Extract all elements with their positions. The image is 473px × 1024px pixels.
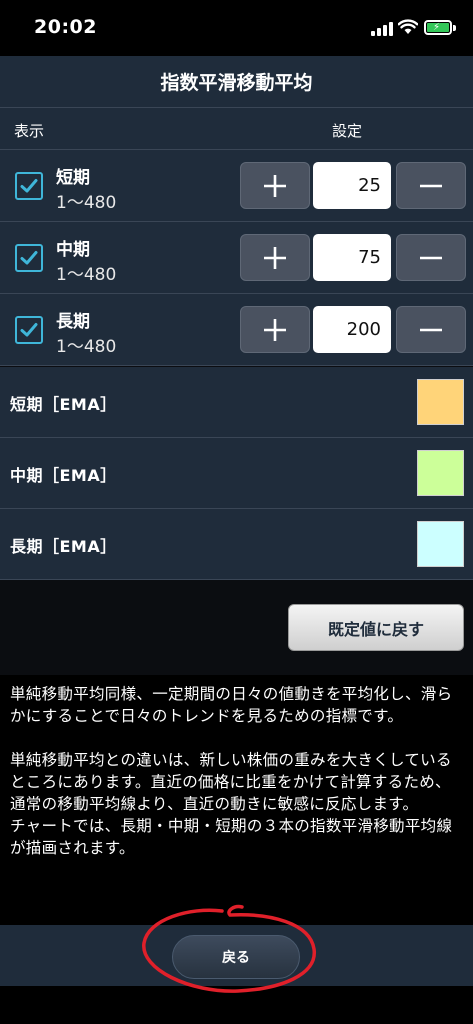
increment-button-short[interactable] xyxy=(240,162,310,209)
checkbox-long[interactable] xyxy=(15,316,43,344)
decrement-button-long[interactable] xyxy=(396,306,466,353)
color-label: 長期［EMA］ xyxy=(10,537,117,556)
color-label: 中期［EMA］ xyxy=(10,466,117,485)
period-value-input-short[interactable]: 25 xyxy=(313,162,391,209)
period-row-mid: 中期 1～480 75 xyxy=(0,222,473,294)
increment-button-long[interactable] xyxy=(240,306,310,353)
minus-icon xyxy=(420,256,442,259)
header-setting: 設定 xyxy=(332,122,363,140)
period-name: 中期 xyxy=(56,240,90,260)
color-swatch-short[interactable] xyxy=(417,379,464,425)
cellular-signal-icon xyxy=(371,22,393,36)
description-panel: 単純移動平均同様、一定期間の日々の値動きを平均化し、滑らかにすることで日々のトレ… xyxy=(0,675,473,925)
period-range: 1～480 xyxy=(56,265,117,285)
checkbox-short[interactable] xyxy=(15,172,43,200)
period-value-input-long[interactable]: 200 xyxy=(313,306,391,353)
color-row-long: 長期［EMA］ xyxy=(0,509,473,580)
plus-icon xyxy=(264,174,286,197)
period-row-short: 短期 1～480 25 xyxy=(0,150,473,222)
header-show: 表示 xyxy=(14,122,45,140)
plus-icon xyxy=(264,318,286,341)
period-name: 長期 xyxy=(56,312,90,332)
description-paragraph: チャートでは、長期・中期・短期の３本の指数平滑移動平均線が描画されます。 xyxy=(10,817,453,857)
app-screen: 20:02 ⚡ 指数平滑移動平均 表示 設定 短期 1～480 25 中期 1～… xyxy=(0,0,473,1024)
color-label: 短期［EMA］ xyxy=(10,395,117,414)
wifi-icon xyxy=(398,19,418,34)
reset-default-button[interactable]: 既定値に戻す xyxy=(288,604,464,651)
decrement-button-mid[interactable] xyxy=(396,234,466,281)
checkmark-icon xyxy=(20,323,38,337)
back-button[interactable]: 戻る xyxy=(172,935,300,979)
period-value-input-mid[interactable]: 75 xyxy=(313,234,391,281)
description-paragraph: 単純移動平均同様、一定期間の日々の値動きを平均化し、滑らかにすることで日々のトレ… xyxy=(10,685,453,725)
period-name: 短期 xyxy=(56,168,90,188)
status-time: 20:02 xyxy=(34,16,97,38)
description-paragraph: 単純移動平均との違いは、新しい株価の重みを大きくしているところにあります。直近の… xyxy=(10,751,452,813)
minus-icon xyxy=(420,328,442,331)
color-row-short: 短期［EMA］ xyxy=(0,367,473,438)
default-area: 既定値に戻す xyxy=(0,580,473,675)
battery-tip xyxy=(453,25,456,31)
color-swatch-mid[interactable] xyxy=(417,450,464,496)
footer-bar: 戻る xyxy=(0,925,473,1024)
checkmark-icon xyxy=(20,179,38,193)
battery-icon: ⚡ xyxy=(424,20,452,35)
increment-button-mid[interactable] xyxy=(240,234,310,281)
column-header: 表示 設定 xyxy=(0,108,473,150)
color-swatch-long[interactable] xyxy=(417,521,464,567)
status-bar: 20:02 ⚡ xyxy=(0,0,473,56)
period-range: 1～480 xyxy=(56,337,117,357)
title-bar: 指数平滑移動平均 xyxy=(0,56,473,108)
plus-icon xyxy=(264,246,286,269)
checkmark-icon xyxy=(20,251,38,265)
color-row-mid: 中期［EMA］ xyxy=(0,438,473,509)
home-indicator-area xyxy=(0,986,473,1024)
period-row-long: 長期 1～480 200 xyxy=(0,294,473,366)
checkbox-mid[interactable] xyxy=(15,244,43,272)
minus-icon xyxy=(420,184,442,187)
period-range: 1～480 xyxy=(56,193,117,213)
decrement-button-short[interactable] xyxy=(396,162,466,209)
page-title: 指数平滑移動平均 xyxy=(160,72,313,94)
